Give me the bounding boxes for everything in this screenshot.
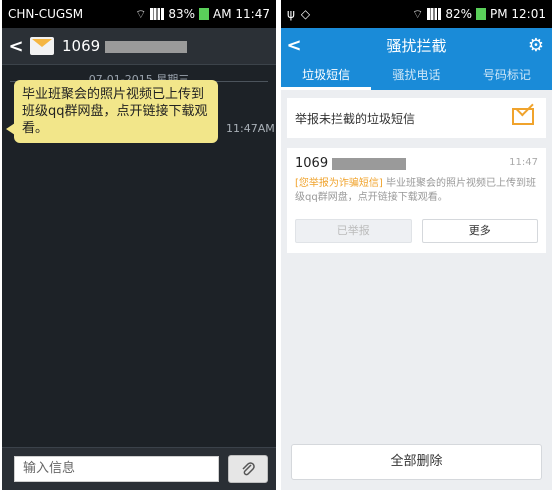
battery-icon [199,8,210,20]
gear-icon[interactable]: ⚙ [528,35,544,56]
right-phone-screen: ψ ◇ ⌔ 82% PM 12:01 < 骚扰拦截 ⚙ 垃圾短信 骚扰电话 号码… [281,0,552,490]
delete-all-button[interactable]: 全部删除 [291,444,542,480]
wifi-icon: ⌔ [135,6,147,21]
redacted-bar [104,40,187,53]
tab-bar: 垃圾短信 骚扰电话 号码标记 [281,62,552,90]
tab-spam-sms[interactable]: 垃圾短信 [281,62,372,90]
message-sender: 1069 [295,156,538,171]
report-label: 举报未拦截的垃圾短信 [295,111,416,126]
compose-bar: 输入信息 [2,447,276,490]
wifi-icon: ⌔ [412,6,424,21]
signal-icon [150,8,165,20]
battery-percent: 82% [445,7,472,21]
carrier-label: CHN-CUGSM [8,7,84,21]
message-sender-text: 1069 [295,156,329,171]
fraud-tag: [您举报为诈骗短信] [295,178,383,189]
shield-icon: ◇ [300,7,311,21]
envelope-icon [30,37,54,55]
mail-icon [512,108,534,125]
more-button[interactable]: 更多 [421,219,538,243]
blocked-message-card[interactable]: 1069 11:47 [您举报为诈骗短信] 毕业班聚会的照片视频已上传到班级qq… [287,148,546,253]
sender-number-text: 1069 [62,37,101,55]
reported-button: 已举报 [295,219,412,243]
back-icon[interactable]: < [6,36,26,57]
sender-number: 1069 [62,37,187,55]
left-phone-screen: CHN-CUGSM ⌔ 83% AM 11:47 < 1069 07-01-20… [2,0,276,490]
battery-icon [476,8,486,20]
status-bar-right: ψ ◇ ⌔ 82% PM 12:01 [281,0,552,28]
battery-percent: 83% [168,7,196,21]
app-header: < 骚扰拦截 ⚙ [281,28,552,62]
message-time: 11:47 [509,157,538,168]
paperclip-svg [242,462,255,476]
message-bubble[interactable]: 毕业班聚会的照片视频已上传到班级qq群网盘，点开链接下载观看。 [6,80,218,143]
clock: AM 11:47 [213,7,270,21]
conversation-header: < 1069 [2,28,276,65]
page-title: 骚扰拦截 [386,36,447,55]
message-time: 11:47AM [226,122,275,135]
tab-number-tags[interactable]: 号码标记 [462,62,552,90]
tab-harassing-calls[interactable]: 骚扰电话 [371,62,461,90]
signal-icon [427,8,442,20]
message-actions: 已举报 更多 [295,219,538,243]
message-preview: [您举报为诈骗短信] 毕业班聚会的照片视频已上传到班级qq群网盘，点开链接下载观… [295,177,538,205]
report-unblocked-spam-row[interactable]: 举报未拦截的垃圾短信 [287,98,546,138]
clock: PM 12:01 [490,7,546,21]
status-bar-left: CHN-CUGSM ⌔ 83% AM 11:47 [2,0,276,28]
usb-icon: ψ [287,7,295,21]
message-input[interactable]: 输入信息 [14,456,219,482]
redacted-bar [332,157,407,170]
paperclip-icon[interactable] [228,455,268,483]
